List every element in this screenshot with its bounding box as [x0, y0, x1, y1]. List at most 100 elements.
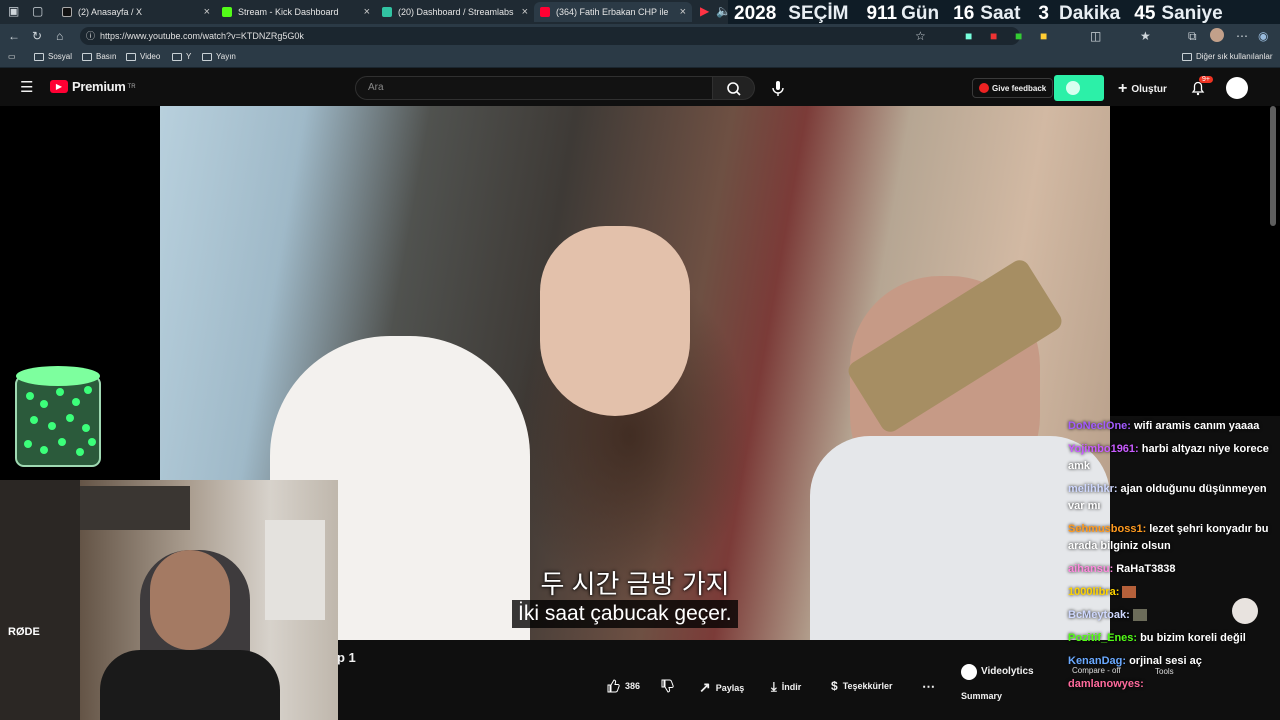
favorite-star-icon[interactable]: ☆ — [915, 29, 926, 43]
chat-emote — [1122, 586, 1137, 599]
collections-icon[interactable]: ⧉ — [1188, 29, 1197, 44]
tab-title: (364) Fatih Erbakan CHP ile İttifak — [556, 7, 668, 17]
url-field[interactable]: ⓘ https://www.youtube.com/watch?v=KTDNZR… — [80, 27, 1020, 45]
tab-youtube[interactable]: (364) Fatih Erbakan CHP ile İttifak × — [534, 2, 692, 22]
chat-username: Yojimbo1961: — [1068, 443, 1139, 455]
search-button[interactable] — [713, 76, 755, 100]
thanks-button[interactable]: $ Teşekkürler — [831, 679, 893, 693]
create-label: Oluştur — [1131, 83, 1167, 95]
microphone-icon[interactable] — [768, 78, 788, 98]
stream-chat-overlay: DoNeclOne: wifi aramis canım yaaaa Yojimb… — [1068, 418, 1280, 699]
extension-toggle-button[interactable] — [1054, 75, 1104, 101]
youtube-header: ☰ ▶ Premium TR Ara Give feedback + Oluşt… — [0, 68, 1280, 106]
page-scrollbar[interactable] — [1270, 106, 1276, 226]
right-blank-area — [1110, 106, 1280, 416]
chat-text: bu bizim koreli değil — [1140, 632, 1246, 644]
tab-x[interactable]: (2) Anasayfa / X × — [56, 2, 216, 22]
chat-username: damlanowyes: — [1068, 678, 1144, 690]
bookmark-basin[interactable]: Basın — [82, 52, 116, 61]
give-feedback-label: Give feedback — [992, 83, 1047, 93]
subtitle-turkish: İki saat çabucak geçer. — [512, 600, 738, 628]
split-screen-icon[interactable]: ◫ — [1090, 29, 1101, 43]
bookmark-y[interactable]: Y — [172, 52, 191, 61]
search-input[interactable]: Ara — [355, 76, 713, 100]
man-shirt — [810, 436, 1110, 640]
site-info-icon[interactable]: ⓘ — [86, 27, 95, 45]
close-tab-icon[interactable]: × — [680, 6, 686, 18]
feedback-icon — [979, 83, 989, 93]
give-feedback-button[interactable]: Give feedback — [972, 78, 1054, 98]
video-title: p 1 — [337, 650, 356, 665]
tab-title: (2) Anasayfa / X — [78, 7, 143, 17]
address-toolbar: ← ↻ ⌂ ⓘ https://www.youtube.com/watch?v=… — [0, 24, 1280, 48]
copilot-icon[interactable]: ◉ — [1258, 29, 1268, 43]
chat-message: Sehmusboss1: lezet şehri konyadır bu arad… — [1068, 521, 1280, 555]
chat-username: BcMeytoak: — [1068, 609, 1130, 621]
home-icon[interactable]: ⌂ — [56, 29, 63, 43]
webcam-dark-wall — [0, 480, 80, 720]
chat-message: DoNeclOne: wifi aramis canım yaaaa — [1068, 418, 1280, 435]
webcam-whiteboard — [265, 520, 325, 620]
chat-message: melihhkr: ajan olduğunu düşünmeyen var mı — [1068, 481, 1280, 515]
videolytics-summary[interactable]: Summary — [961, 691, 1002, 701]
streamlabs-logo-icon — [382, 7, 392, 17]
tab-title: (20) Dashboard / Streamlabs — [398, 7, 514, 17]
create-button[interactable]: + Oluştur — [1118, 80, 1167, 98]
more-menu-icon[interactable]: ⋯ — [1236, 29, 1248, 43]
bookmark-video[interactable]: Video — [126, 52, 160, 61]
youtube-logo-icon — [540, 7, 550, 17]
hamburger-menu-icon[interactable]: ☰ — [20, 78, 33, 96]
notification-count-badge: 9+ — [1199, 76, 1213, 83]
favorites-icon[interactable]: ★ — [1140, 29, 1151, 43]
bookmark-sosyal[interactable]: Sosyal — [34, 52, 72, 61]
countdown-label: SEÇİM — [788, 3, 849, 24]
extension-icon[interactable]: ■ — [965, 29, 972, 43]
download-button[interactable]: ⤓ İndir — [771, 679, 801, 695]
tab-streamlabs[interactable]: (20) Dashboard / Streamlabs × — [376, 2, 534, 22]
share-arrow-icon: ↗ — [699, 679, 711, 695]
search-icon — [727, 82, 741, 96]
extension-icon[interactable]: ■ — [1040, 29, 1047, 43]
youtube-small-icon[interactable]: ▶ — [700, 4, 709, 18]
bookmark-yayin[interactable]: Yayın — [202, 52, 236, 61]
like-button[interactable]: 386 — [606, 679, 640, 693]
close-tab-icon[interactable]: × — [522, 6, 528, 18]
bookmark-icon[interactable]: ▭ — [8, 52, 16, 61]
chat-username: Pozitif_Enes: — [1068, 632, 1138, 644]
account-avatar[interactable] — [1226, 77, 1248, 99]
profile-avatar[interactable] — [1210, 28, 1224, 42]
chat-text: orjinal sesi aç — [1129, 655, 1202, 667]
bookmark-label: Video — [140, 52, 161, 61]
dislike-button[interactable] — [660, 679, 674, 693]
thanks-label: Teşekkürler — [842, 681, 893, 691]
extension-icon[interactable]: ■ — [990, 29, 997, 43]
extension-icon[interactable]: ■ — [1015, 29, 1022, 43]
chat-username: aihansu: — [1068, 563, 1114, 575]
youtube-logo[interactable]: ▶ Premium TR — [50, 79, 136, 94]
tab-title: Stream - Kick Dashboard — [238, 7, 339, 17]
share-button[interactable]: ↗ Paylaş — [699, 679, 744, 696]
x-logo-icon — [62, 7, 72, 17]
bookmark-other[interactable]: Diğer sık kullanılanlar — [1182, 52, 1272, 61]
back-icon[interactable]: ← — [8, 29, 20, 43]
countdown-hours: 16 — [953, 3, 975, 24]
workspaces-icon[interactable]: ▣ — [8, 4, 19, 18]
close-tab-icon[interactable]: × — [204, 6, 210, 18]
refresh-icon[interactable]: ↻ — [32, 29, 42, 43]
like-count: 386 — [625, 681, 641, 691]
folder-icon — [126, 52, 136, 61]
videolytics-title: Videolytics — [981, 666, 1034, 677]
goal-jar-icon — [15, 366, 101, 467]
kick-logo-icon — [222, 7, 232, 17]
search-placeholder: Ara — [368, 82, 384, 93]
folder-icon — [202, 52, 212, 61]
more-actions-icon[interactable]: ⋯ — [922, 679, 935, 695]
tab-kick[interactable]: Stream - Kick Dashboard × — [216, 2, 376, 22]
countdown-seconds-unit: Saniye — [1161, 3, 1223, 24]
logo-region: TR — [127, 83, 136, 90]
tab-actions-icon[interactable]: ▢ — [32, 4, 43, 18]
chat-username: DoNeclOne: — [1068, 420, 1131, 432]
close-tab-icon[interactable]: × — [364, 6, 370, 18]
share-label: Paylaş — [715, 682, 745, 693]
bookmark-label: Diğer sık kullanılanlar — [1196, 52, 1273, 61]
